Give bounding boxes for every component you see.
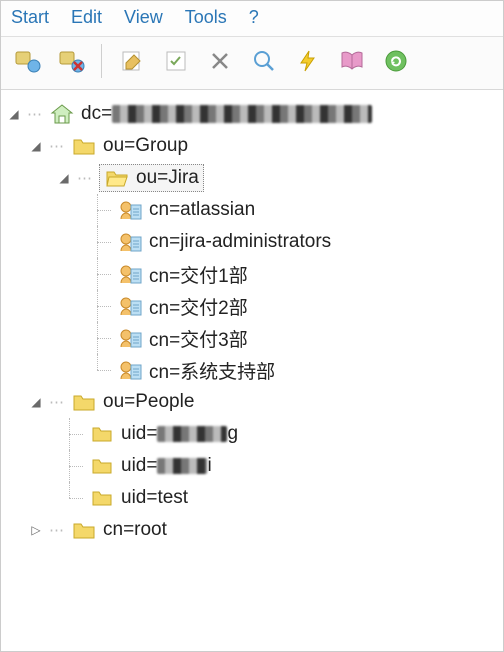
user-group-icon bbox=[117, 293, 143, 319]
tree-connector bbox=[91, 290, 117, 322]
toolbar-separator bbox=[101, 44, 102, 78]
menu-view[interactable]: View bbox=[124, 7, 163, 28]
node-label: uid=g bbox=[121, 423, 238, 445]
tree-node-jira[interactable]: ◢ ⋯ ou=Jira bbox=[7, 162, 499, 194]
node-label: uid=test bbox=[121, 487, 188, 509]
tree-connector bbox=[91, 322, 117, 354]
tree-connector bbox=[91, 194, 117, 226]
tree-node-uid[interactable]: uid=test bbox=[7, 482, 499, 514]
user-group-icon bbox=[117, 325, 143, 351]
expand-toggle[interactable]: ◢ bbox=[7, 107, 21, 121]
expand-toggle[interactable]: ◢ bbox=[57, 171, 71, 185]
tree-node-dc[interactable]: ◢ ⋯ dc= bbox=[7, 98, 499, 130]
user-group-icon bbox=[117, 357, 143, 383]
tree-node-uid[interactable]: uid=i bbox=[7, 450, 499, 482]
tree-connector bbox=[63, 418, 89, 450]
book-icon[interactable] bbox=[334, 43, 370, 79]
tree-connector bbox=[91, 258, 117, 290]
tree-connector bbox=[91, 226, 117, 258]
toolbar bbox=[1, 37, 503, 90]
tree-connector bbox=[63, 482, 89, 514]
refresh-icon[interactable] bbox=[378, 43, 414, 79]
tree-node-cn[interactable]: cn=atlassian bbox=[7, 194, 499, 226]
node-label: cn=交付1部 bbox=[149, 261, 248, 288]
home-icon bbox=[49, 101, 75, 127]
node-label: cn=root bbox=[103, 519, 167, 541]
node-label: ou=People bbox=[103, 391, 194, 413]
blurred-text bbox=[112, 105, 372, 123]
expand-toggle[interactable]: ◢ bbox=[29, 139, 43, 153]
menu-edit[interactable]: Edit bbox=[71, 7, 102, 28]
blurred-text bbox=[157, 426, 227, 442]
disconnect-icon[interactable] bbox=[53, 43, 89, 79]
tree-node-uid[interactable]: uid=g bbox=[7, 418, 499, 450]
tree-node-group[interactable]: ◢ ⋯ ou=Group bbox=[7, 130, 499, 162]
expand-toggle[interactable]: ▷ bbox=[29, 523, 43, 537]
menu-bar: Start Edit View Tools ? bbox=[1, 1, 503, 37]
tree-node-cn[interactable]: cn=交付1部 bbox=[7, 258, 499, 290]
tree-node-cn[interactable]: cn=交付3部 bbox=[7, 322, 499, 354]
folder-icon bbox=[89, 421, 115, 447]
blurred-text bbox=[157, 458, 207, 474]
node-label: ou=Group bbox=[103, 135, 188, 157]
tree-connector: ⋯ bbox=[77, 169, 93, 187]
folder-open-icon bbox=[104, 165, 130, 191]
node-label: uid=i bbox=[121, 455, 212, 477]
menu-start[interactable]: Start bbox=[11, 7, 49, 28]
ldap-tree: ◢ ⋯ dc= ◢ ⋯ ou=Group ◢ ⋯ ou=Jira cn=atla bbox=[1, 90, 503, 550]
tree-node-people[interactable]: ◢ ⋯ ou=People bbox=[7, 386, 499, 418]
tree-node-cnroot[interactable]: ▷ ⋯ cn=root bbox=[7, 514, 499, 546]
tree-connector bbox=[91, 354, 117, 386]
folder-icon bbox=[89, 485, 115, 511]
lightning-icon[interactable] bbox=[290, 43, 326, 79]
node-label: cn=系统支持部 bbox=[149, 357, 275, 384]
node-label: cn=交付3部 bbox=[149, 325, 248, 352]
node-label: cn=jira-administrators bbox=[149, 231, 331, 253]
folder-icon bbox=[71, 389, 97, 415]
tree-node-cn[interactable]: cn=交付2部 bbox=[7, 290, 499, 322]
menu-help[interactable]: ? bbox=[249, 7, 259, 28]
connect-icon[interactable] bbox=[9, 43, 45, 79]
folder-icon bbox=[71, 517, 97, 543]
node-label: dc= bbox=[81, 103, 372, 125]
search-icon[interactable] bbox=[246, 43, 282, 79]
user-group-icon bbox=[117, 197, 143, 223]
checklist-icon[interactable] bbox=[158, 43, 194, 79]
edit-icon[interactable] bbox=[114, 43, 150, 79]
delete-icon[interactable] bbox=[202, 43, 238, 79]
tree-node-cn[interactable]: cn=系统支持部 bbox=[7, 354, 499, 386]
tree-node-cn[interactable]: cn=jira-administrators bbox=[7, 226, 499, 258]
user-group-icon bbox=[117, 229, 143, 255]
node-label: cn=交付2部 bbox=[149, 293, 248, 320]
folder-icon bbox=[89, 453, 115, 479]
user-group-icon bbox=[117, 261, 143, 287]
tree-connector bbox=[63, 450, 89, 482]
expand-toggle[interactable]: ◢ bbox=[29, 395, 43, 409]
tree-connector: ⋯ bbox=[27, 105, 43, 123]
tree-connector: ⋯ bbox=[49, 393, 65, 411]
tree-connector: ⋯ bbox=[49, 521, 65, 539]
folder-icon bbox=[71, 133, 97, 159]
node-label: ou=Jira bbox=[136, 167, 199, 189]
selected-node: ou=Jira bbox=[99, 164, 204, 192]
tree-connector: ⋯ bbox=[49, 137, 65, 155]
node-label: cn=atlassian bbox=[149, 199, 255, 221]
menu-tools[interactable]: Tools bbox=[185, 7, 227, 28]
